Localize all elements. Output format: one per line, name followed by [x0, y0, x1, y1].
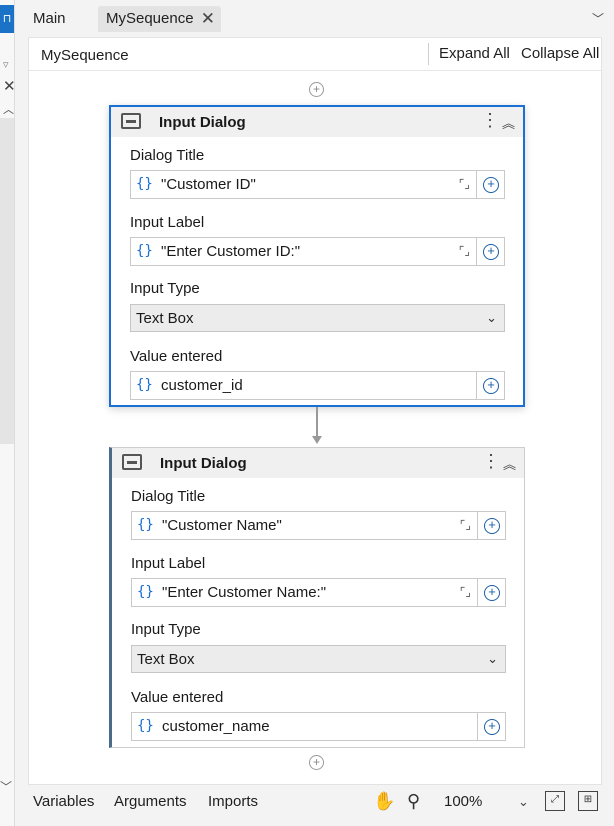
arguments-tab[interactable]: Arguments — [114, 793, 187, 810]
plus-icon: + — [483, 177, 499, 193]
value-entered-field[interactable]: {} customer_name — [131, 712, 478, 741]
value-entered-value: customer_id — [161, 377, 243, 394]
expand-all-button[interactable]: Expand All — [439, 45, 510, 62]
value-entered-value: customer_name — [162, 718, 270, 735]
activity-header[interactable]: Input Dialog ⋮ ︽ — [112, 448, 524, 478]
input-type-value: Text Box — [137, 651, 195, 668]
more-options-icon[interactable]: ⋮ — [481, 111, 499, 129]
input-dialog-icon — [122, 454, 142, 470]
dialog-title-value: "Customer Name" — [162, 517, 282, 534]
designer-header: MySequence Expand All Collapse All — [29, 38, 601, 71]
plus-button[interactable]: + — [477, 237, 505, 266]
dialog-title-field[interactable]: {} "Customer ID" ⌜⌟ — [130, 170, 477, 199]
input-type-dropdown[interactable]: Text Box ⌄ — [131, 645, 506, 673]
expression-icon: {} — [136, 377, 153, 393]
arrow-down-icon — [312, 436, 322, 444]
input-label-value: "Enter Customer Name:" — [162, 584, 327, 601]
more-options-icon[interactable]: ⋮ — [482, 452, 500, 470]
dialog-title-field[interactable]: {} "Customer Name" ⌜⌟ — [131, 511, 478, 540]
input-type-label: Input Type — [130, 280, 200, 297]
value-entered-label: Value entered — [130, 348, 223, 365]
plus-button[interactable]: + — [477, 371, 505, 400]
input-type-dropdown[interactable]: Text Box ⌄ — [130, 304, 505, 332]
chevron-up-icon[interactable]: ︿ — [3, 101, 14, 117]
dialog-title-label: Dialog Title — [130, 147, 205, 164]
breadcrumb[interactable]: MySequence — [41, 47, 129, 64]
plus-button[interactable]: + — [478, 511, 506, 540]
input-dialog-activity[interactable]: Input Dialog ⋮ ︽ Dialog Title {} "Custom… — [109, 447, 525, 748]
divider — [428, 43, 429, 65]
dialog-title-label: Dialog Title — [131, 488, 206, 505]
zoom-level[interactable]: 100% — [444, 793, 482, 810]
plus-icon: + — [484, 585, 500, 601]
input-dialog-icon — [121, 113, 141, 129]
input-label-label: Input Label — [130, 214, 205, 231]
imports-tab[interactable]: Imports — [208, 793, 258, 810]
variables-tab[interactable]: Variables — [33, 793, 94, 810]
search-zoom-icon[interactable]: ⚲ — [407, 791, 420, 812]
plus-button[interactable]: + — [477, 170, 505, 199]
add-activity-icon[interactable]: + — [309, 82, 324, 97]
pin-icon[interactable]: ⊓ — [0, 5, 14, 33]
plus-icon: + — [484, 518, 500, 534]
tab-label: MySequence — [106, 10, 194, 27]
activity-title: Input Dialog — [159, 114, 246, 131]
tab-bar: Main MySequence ✕ ﹀ — [15, 0, 614, 38]
input-type-label: Input Type — [131, 621, 201, 638]
expand-editor-icon[interactable]: ⌜⌟ — [459, 177, 470, 191]
value-entered-label: Value entered — [131, 689, 224, 706]
plus-button[interactable]: + — [478, 578, 506, 607]
plus-button[interactable]: + — [478, 712, 506, 741]
expression-icon: {} — [137, 718, 154, 734]
expand-editor-icon[interactable]: ⌜⌟ — [460, 518, 471, 532]
expand-editor-icon[interactable]: ⌜⌟ — [459, 244, 470, 258]
close-icon[interactable]: ✕ — [3, 77, 16, 95]
plus-icon: + — [484, 719, 500, 735]
expression-icon: {} — [136, 176, 153, 192]
chevron-down-icon[interactable]: ﹀ — [0, 778, 12, 795]
chevron-down-icon[interactable]: ﹀ — [592, 10, 604, 27]
dialog-title-value: "Customer ID" — [161, 176, 256, 193]
plus-icon: + — [483, 378, 499, 394]
collapse-all-button[interactable]: Collapse All — [521, 45, 599, 62]
chevron-down-icon: ⌄ — [486, 310, 497, 325]
overview-icon[interactable]: ⊞ — [578, 791, 598, 811]
activity-title: Input Dialog — [160, 455, 247, 472]
chevron-down-icon: ⌄ — [487, 651, 498, 666]
flow-connector — [316, 407, 318, 438]
filter-icon[interactable]: ▿ — [3, 58, 9, 71]
hand-pan-icon[interactable]: ✋ — [373, 791, 395, 812]
value-entered-field[interactable]: {} customer_id — [130, 371, 477, 400]
plus-icon: + — [483, 244, 499, 260]
left-scroll-track[interactable] — [0, 118, 14, 444]
input-label-label: Input Label — [131, 555, 206, 572]
tab-mysequence[interactable]: MySequence ✕ — [98, 6, 221, 32]
collapse-icon[interactable]: ︽ — [502, 113, 515, 132]
input-label-field[interactable]: {} "Enter Customer Name:" ⌜⌟ — [131, 578, 478, 607]
expression-icon: {} — [136, 243, 153, 259]
expression-icon: {} — [137, 584, 154, 600]
left-panel-strip: ⊓ ▿ ✕ ︿ — [0, 0, 16, 826]
tab-main[interactable]: Main — [25, 6, 74, 32]
fit-to-screen-icon[interactable]: ⤢ — [545, 791, 565, 811]
expression-icon: {} — [137, 517, 154, 533]
close-icon[interactable]: ✕ — [201, 6, 215, 32]
activity-header[interactable]: Input Dialog ⋮ ︽ — [111, 107, 523, 137]
bottom-bar: Variables Arguments Imports ✋ ⚲ 100% ⌄ ⤢… — [15, 786, 614, 826]
input-dialog-activity[interactable]: Input Dialog ⋮ ︽ Dialog Title {} "Custom… — [109, 105, 525, 407]
chevron-down-icon[interactable]: ⌄ — [518, 794, 529, 810]
collapse-icon[interactable]: ︽ — [503, 454, 516, 473]
input-type-value: Text Box — [136, 310, 194, 327]
input-label-value: "Enter Customer ID:" — [161, 243, 301, 260]
input-label-field[interactable]: {} "Enter Customer ID:" ⌜⌟ — [130, 237, 477, 266]
expand-editor-icon[interactable]: ⌜⌟ — [460, 585, 471, 599]
add-activity-icon[interactable]: + — [309, 755, 324, 770]
workflow-designer: MySequence Expand All Collapse All + Inp… — [28, 37, 602, 785]
